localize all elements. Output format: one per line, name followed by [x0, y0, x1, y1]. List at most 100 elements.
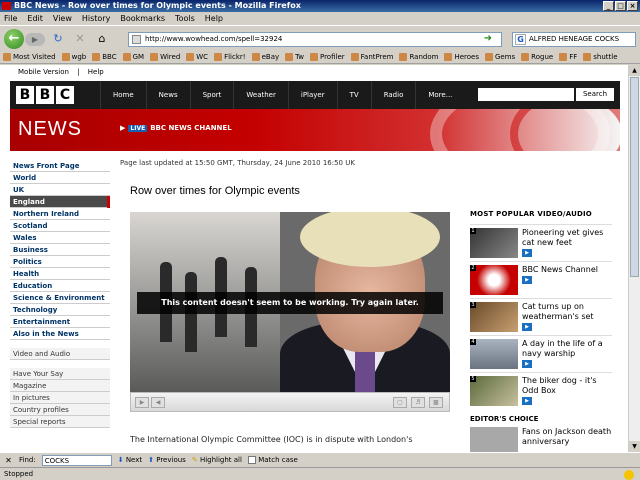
video-title[interactable]: Pioneering vet gives cat new feet	[522, 228, 612, 248]
news-logo[interactable]: NEWS	[18, 118, 82, 141]
bookmark-item[interactable]: Flickr!	[214, 50, 246, 63]
google-icon[interactable]: G	[515, 34, 526, 45]
stop-button[interactable]: ✕	[72, 32, 88, 46]
play-button[interactable]: ▶	[135, 397, 149, 408]
mobile-version-link[interactable]: Mobile Version	[18, 68, 69, 76]
menu-help[interactable]: Help	[205, 12, 223, 25]
play-icon[interactable]: ▶	[522, 249, 532, 257]
popout-button[interactable]: ▩	[429, 397, 443, 408]
bookmark-item[interactable]: WC	[186, 50, 208, 63]
leftnav-video-audio[interactable]: Video and Audio	[10, 348, 110, 360]
leftnav-wales[interactable]: Wales	[10, 232, 110, 244]
bookmark-item[interactable]: FF	[559, 50, 577, 63]
play-icon[interactable]: ▶	[522, 397, 532, 405]
leftnav-health[interactable]: Health	[10, 268, 110, 280]
leftnav-also-in-news[interactable]: Also in the News	[10, 328, 110, 340]
bbc-nav-iplayer[interactable]: iPlayer	[287, 81, 337, 109]
bookmark-item[interactable]: Profiler	[309, 50, 345, 63]
leftnav-special-reports[interactable]: Special reports	[10, 416, 110, 428]
leftnav-science[interactable]: Science & Environment	[10, 292, 110, 304]
menu-tools[interactable]: Tools	[175, 12, 195, 25]
leftnav-entertainment[interactable]: Entertainment	[10, 316, 110, 328]
volume-button[interactable]: ♬	[411, 397, 425, 408]
find-input[interactable]: COCKS	[41, 454, 112, 466]
bookmark-item[interactable]: Gems	[484, 50, 515, 63]
leftnav-business[interactable]: Business	[10, 244, 110, 256]
leftnav-uk[interactable]: UK	[10, 184, 110, 196]
video-player[interactable]: This content doesn't seem to be working.…	[130, 212, 450, 392]
bbc-nav-tv[interactable]: TV	[336, 81, 371, 109]
story-title[interactable]: Fans on Jackson death anniversary	[522, 427, 612, 447]
bbc-nav-radio[interactable]: Radio	[370, 81, 416, 109]
match-case-checkbox[interactable]: Match case	[247, 456, 298, 464]
play-icon[interactable]: ▶	[522, 323, 532, 331]
bookmark-item[interactable]: shuttle	[583, 50, 618, 63]
leftnav-country-profiles[interactable]: Country profiles	[10, 404, 110, 416]
bookmark-item[interactable]: Heroes	[444, 50, 479, 63]
leftnav-technology[interactable]: Technology	[10, 304, 110, 316]
menu-history[interactable]: History	[82, 12, 110, 25]
close-button[interactable]: ×	[627, 1, 638, 11]
addon-status-icon[interactable]	[624, 470, 634, 480]
help-link[interactable]: Help	[88, 68, 104, 76]
menu-view[interactable]: View	[53, 12, 72, 25]
leftnav-in-pictures[interactable]: In pictures	[10, 392, 110, 404]
play-icon[interactable]: ▶	[522, 360, 532, 368]
url-bar[interactable]: http://www.wowhead.com/spell=32924	[128, 32, 502, 47]
bookmark-item[interactable]: Wired	[150, 50, 180, 63]
find-previous-button[interactable]: ⬆ Previous	[148, 456, 186, 464]
list-item[interactable]: 1 Pioneering vet gives cat new feet ▶	[470, 224, 612, 261]
menu-file[interactable]: File	[4, 12, 17, 25]
video-title[interactable]: BBC News Channel	[522, 265, 612, 275]
back-button[interactable]: ←	[4, 29, 24, 49]
bbc-search-input[interactable]	[478, 88, 574, 101]
bookmark-item[interactable]: Rogue	[521, 50, 553, 63]
bookmark-item[interactable]: BBC	[92, 50, 117, 63]
scroll-down-button[interactable]: ▼	[629, 441, 640, 452]
leftnav-england[interactable]: England	[10, 196, 110, 208]
list-item[interactable]: 2 BBC News Channel ▶	[470, 261, 612, 298]
fullscreen-button[interactable]: ▢	[393, 397, 407, 408]
bbc-nav-weather[interactable]: Weather	[233, 81, 287, 109]
video-title[interactable]: The biker dog - it's Odd Box	[522, 376, 612, 396]
home-button[interactable]: ⌂	[94, 32, 110, 46]
bbc-logo[interactable]: B B C	[16, 86, 74, 104]
bookmark-item[interactable]: FantPrem	[350, 50, 393, 63]
scroll-up-button[interactable]: ▲	[629, 65, 640, 76]
leftnav-magazine[interactable]: Magazine	[10, 380, 110, 392]
bookmark-item[interactable]: wgb	[61, 50, 86, 63]
find-close-icon[interactable]: ✕	[4, 456, 13, 465]
video-title[interactable]: A day in the life of a navy warship	[522, 339, 612, 359]
menu-bookmarks[interactable]: Bookmarks	[120, 12, 165, 25]
maximize-button[interactable]: □	[615, 1, 626, 11]
live-channel-link[interactable]: ▶ LIVE BBC NEWS CHANNEL	[120, 124, 232, 132]
bbc-nav-home[interactable]: Home	[100, 81, 146, 109]
play-icon[interactable]: ▶	[522, 276, 532, 284]
leftnav-northern-ireland[interactable]: Northern Ireland	[10, 208, 110, 220]
video-title[interactable]: Cat turns up on weatherman's set	[522, 302, 612, 322]
reload-button[interactable]: ↻	[50, 32, 66, 46]
highlight-all-button[interactable]: ✎ Highlight all	[192, 456, 242, 464]
list-item[interactable]: 4 A day in the life of a navy warship ▶	[470, 335, 612, 372]
bookmark-item[interactable]: eBay	[251, 50, 279, 63]
minimize-button[interactable]: _	[603, 1, 614, 11]
leftnav-have-your-say[interactable]: Have Your Say	[10, 368, 110, 380]
leftnav-scotland[interactable]: Scotland	[10, 220, 110, 232]
bbc-nav-news[interactable]: News	[145, 81, 190, 109]
scroll-thumb[interactable]	[630, 77, 639, 277]
leftnav-education[interactable]: Education	[10, 280, 110, 292]
leftnav-news-front-page[interactable]: News Front Page	[10, 160, 110, 172]
go-button[interactable]: ➜	[480, 32, 496, 46]
bookmark-item[interactable]: Tw	[285, 50, 304, 63]
leftnav-politics[interactable]: Politics	[10, 256, 110, 268]
bbc-nav-sport[interactable]: Sport	[189, 81, 234, 109]
list-item[interactable]: 3 Cat turns up on weatherman's set ▶	[470, 298, 612, 335]
bbc-search-button[interactable]: Search	[576, 88, 614, 101]
search-input[interactable]: G ALFRED HENEAGE COCKS	[512, 32, 636, 47]
menu-edit[interactable]: Edit	[27, 12, 43, 25]
find-next-button[interactable]: ⬇ Next	[118, 456, 142, 464]
bbc-nav-more[interactable]: More...	[415, 81, 464, 109]
bookmark-item[interactable]: GM	[122, 50, 144, 63]
leftnav-world[interactable]: World	[10, 172, 110, 184]
list-item[interactable]: 5 The biker dog - it's Odd Box ▶	[470, 372, 612, 409]
